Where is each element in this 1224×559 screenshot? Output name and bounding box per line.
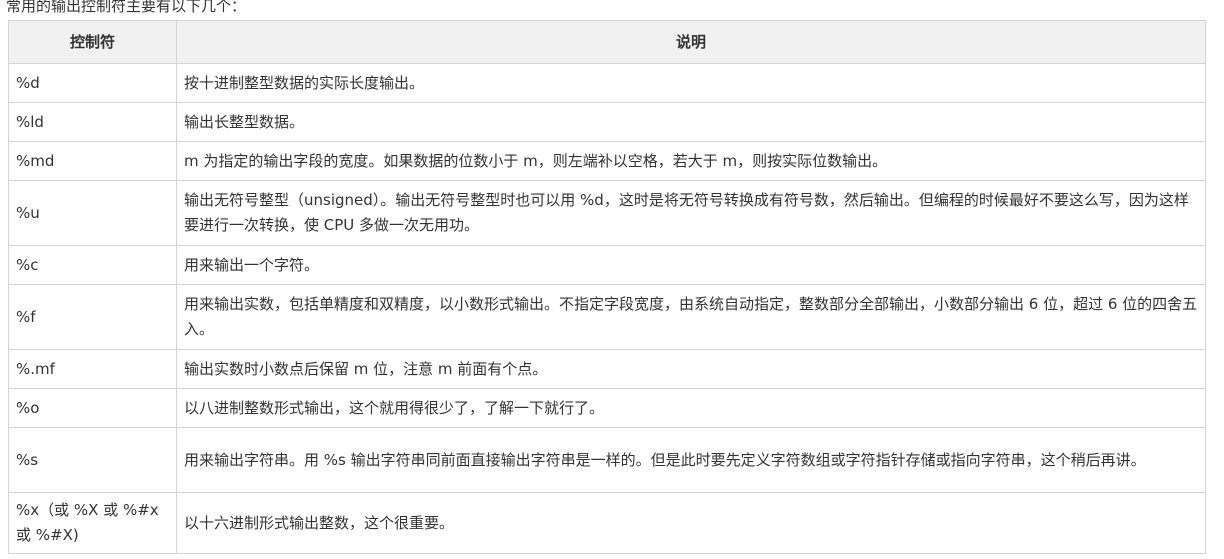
table-header-row: 控制符 说明 bbox=[8, 20, 1206, 64]
description-cell: 输出长整型数据。 bbox=[176, 102, 1206, 142]
description-cell: 输出无符号整型（unsigned）。输出无符号整型时也可以用 %d，这时是将无符… bbox=[176, 180, 1206, 246]
specifier-cell: %f bbox=[8, 284, 177, 350]
header-description: 说明 bbox=[176, 20, 1206, 64]
table-row: %d 按十进制整型数据的实际长度输出。 bbox=[8, 63, 1206, 103]
description-cell: 以八进制整数形式输出，这个就用得很少了，了解一下就行了。 bbox=[176, 388, 1206, 428]
table-row: %u 输出无符号整型（unsigned）。输出无符号整型时也可以用 %d，这时是… bbox=[8, 180, 1206, 246]
description-cell: 用来输出一个字符。 bbox=[176, 245, 1206, 285]
table-row: %ld 输出长整型数据。 bbox=[8, 102, 1206, 142]
specifier-cell: %d bbox=[8, 63, 177, 103]
table-row: %f 用来输出实数，包括单精度和双精度，以小数形式输出。不指定字段宽度，由系统自… bbox=[8, 284, 1206, 350]
description-cell: 以十六进制形式输出整数，这个很重要。 bbox=[176, 492, 1206, 554]
intro-text: 常用的输出控制符主要有以下几个： bbox=[6, 0, 247, 15]
specifier-cell: %md bbox=[8, 141, 177, 181]
description-cell: 按十进制整型数据的实际长度输出。 bbox=[176, 63, 1206, 103]
description-cell: 用来输出字符串。用 %s 输出字符串同前面直接输出字符串是一样的。但是此时要先定… bbox=[176, 427, 1206, 493]
specifier-cell: %o bbox=[8, 388, 177, 428]
specifier-cell: %.mf bbox=[8, 349, 177, 389]
description-cell: 输出实数时小数点后保留 m 位，注意 m 前面有个点。 bbox=[176, 349, 1206, 389]
specifier-cell: %u bbox=[8, 180, 177, 246]
format-specifier-table: 控制符 说明 %d 按十进制整型数据的实际长度输出。 %ld 输出长整型数据。 … bbox=[8, 20, 1206, 554]
description-cell: 用来输出实数，包括单精度和双精度，以小数形式输出。不指定字段宽度，由系统自动指定… bbox=[176, 284, 1206, 350]
table-row: %md m 为指定的输出字段的宽度。如果数据的位数小于 m，则左端补以空格，若大… bbox=[8, 141, 1206, 181]
table-row: %c 用来输出一个字符。 bbox=[8, 245, 1206, 285]
table-row: %.mf 输出实数时小数点后保留 m 位，注意 m 前面有个点。 bbox=[8, 349, 1206, 389]
specifier-cell: %x（或 %X 或 %#x 或 %#X) bbox=[8, 492, 177, 554]
table-row: %s 用来输出字符串。用 %s 输出字符串同前面直接输出字符串是一样的。但是此时… bbox=[8, 427, 1206, 493]
description-cell: m 为指定的输出字段的宽度。如果数据的位数小于 m，则左端补以空格，若大于 m，… bbox=[176, 141, 1206, 181]
table-row: %x（或 %X 或 %#x 或 %#X) 以十六进制形式输出整数，这个很重要。 bbox=[8, 492, 1206, 554]
header-control-char: 控制符 bbox=[8, 20, 177, 64]
specifier-cell: %c bbox=[8, 245, 177, 285]
specifier-cell: %ld bbox=[8, 102, 177, 142]
specifier-cell: %s bbox=[8, 427, 177, 493]
table-row: %o 以八进制整数形式输出，这个就用得很少了，了解一下就行了。 bbox=[8, 388, 1206, 428]
